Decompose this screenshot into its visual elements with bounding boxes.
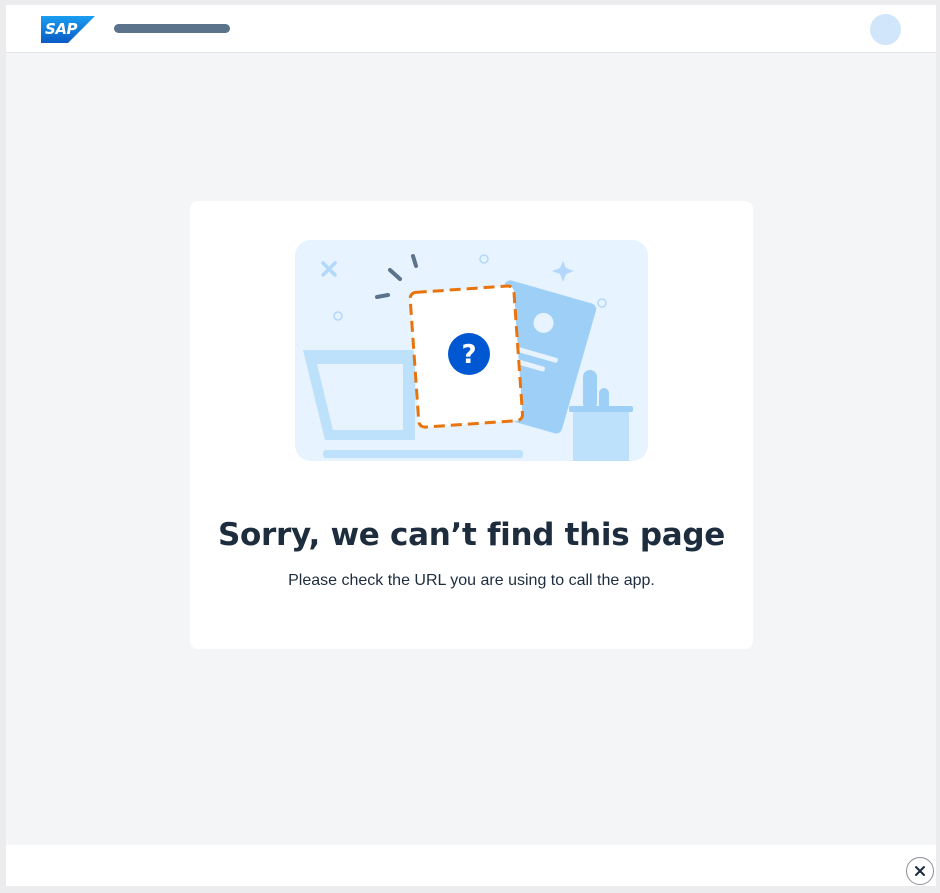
question-mark-icon: ? <box>448 333 490 375</box>
close-icon <box>915 866 925 876</box>
sap-logo-text: SAP <box>45 20 77 38</box>
avatar[interactable] <box>870 14 901 45</box>
app-title-placeholder <box>114 24 230 33</box>
page-title: Sorry, we can’t find this page <box>217 517 726 553</box>
sap-logo[interactable]: SAP <box>41 16 95 43</box>
close-button[interactable] <box>906 857 934 885</box>
app-frame: SAP ? Sorry, we can’t find this page Ple… <box>6 5 936 886</box>
message-description: Please check the URL you are using to ca… <box>288 572 655 589</box>
footer-bar <box>6 845 936 886</box>
page-not-found-illustration: ? <box>295 240 648 461</box>
shell-header: SAP <box>6 5 936 53</box>
svg-text:?: ? <box>461 340 476 370</box>
message-card: ? Sorry, we can’t find this page Please … <box>190 201 753 649</box>
